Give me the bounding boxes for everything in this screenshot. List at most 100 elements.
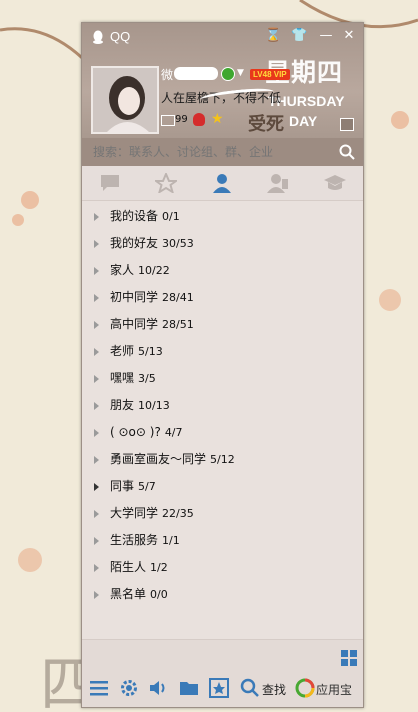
group-row[interactable]: 我的设备 0/1 <box>82 203 363 230</box>
title-bar[interactable]: QQ ⌛ 👕 — ✕ <box>82 23 363 51</box>
chat-bubble-icon <box>101 175 119 191</box>
group-label: 生活服务 <box>110 533 159 547</box>
group-count: 1/1 <box>162 534 180 547</box>
expand-arrow-icon <box>94 456 99 464</box>
nickname-redaction <box>174 67 218 80</box>
favorites-box-icon[interactable] <box>209 678 229 698</box>
group-label: 勇画室画友～同学 <box>110 452 207 466</box>
group-label: 陌生人 <box>110 560 147 574</box>
app-center-icon[interactable] <box>295 678 315 698</box>
group-row[interactable]: 大学同学 22/35 <box>82 500 363 527</box>
expand-arrow-icon <box>94 483 99 491</box>
group-label: 同事 <box>110 479 135 493</box>
nickname[interactable]: 微 <box>161 66 173 83</box>
message-box-icon[interactable] <box>340 118 354 131</box>
group-row[interactable]: 嘿嘿 3/5 <box>82 365 363 392</box>
folder-icon[interactable] <box>179 678 199 698</box>
group-label: 我的设备 <box>110 209 159 223</box>
group-label: 朋友 <box>110 398 135 412</box>
hourglass-icon[interactable]: ⌛ <box>265 28 281 44</box>
group-row[interactable]: 初中同学 28/41 <box>82 284 363 311</box>
expand-arrow-icon <box>94 564 99 572</box>
graduation-cap-icon <box>324 175 346 190</box>
group-label: 大学同学 <box>110 506 159 520</box>
group-label: 黑名单 <box>110 587 147 601</box>
avatar[interactable] <box>91 66 159 134</box>
group-count: 5/13 <box>138 345 163 358</box>
group-label: 家人 <box>110 263 135 277</box>
group-row[interactable]: 勇画室画友～同学 5/12 <box>82 446 363 473</box>
group-count: 0/1 <box>162 210 180 223</box>
group-row[interactable]: 黑名单 0/0 <box>82 581 363 608</box>
search-icon[interactable] <box>339 144 355 160</box>
expand-arrow-icon <box>94 591 99 599</box>
group-label: 高中同学 <box>110 317 159 331</box>
search-bar <box>82 138 363 166</box>
find-button[interactable]: 查找 <box>262 681 286 698</box>
skin-day-cn2: 受死 <box>248 114 284 135</box>
find-icon[interactable] <box>240 678 260 698</box>
group-count: 5/12 <box>210 453 235 466</box>
settings-gear-icon[interactable] <box>119 678 139 698</box>
tab-school[interactable] <box>306 166 362 200</box>
tab-favorites[interactable] <box>138 166 194 200</box>
group-count: 0/0 <box>150 588 168 601</box>
tab-groups[interactable] <box>250 166 306 200</box>
group-count: 3/5 <box>138 372 156 385</box>
group-row[interactable]: 老师 5/13 <box>82 338 363 365</box>
group-row[interactable]: 高中同学 28/51 <box>82 311 363 338</box>
expand-arrow-icon <box>94 510 99 518</box>
mail-icon[interactable] <box>161 115 175 126</box>
vip-badge[interactable]: LV48 VIP <box>250 69 290 80</box>
expand-arrow-icon <box>94 375 99 383</box>
tab-conversations[interactable] <box>82 166 138 200</box>
group-row[interactable]: 家人 10/22 <box>82 257 363 284</box>
group-count: 10/13 <box>138 399 170 412</box>
group-label: 老师 <box>110 344 135 358</box>
expand-arrow-icon <box>94 294 99 302</box>
group-count: 1/2 <box>150 561 168 574</box>
person-icon <box>213 174 231 193</box>
group-row[interactable]: ( ⊙o⊙ )? 4/7 <box>82 419 363 446</box>
expand-arrow-icon <box>94 537 99 545</box>
expand-arrow-icon <box>94 240 99 248</box>
skin-day-en2: DAY <box>289 113 318 129</box>
main-menu-icon[interactable] <box>89 678 109 698</box>
shirt-skin-icon[interactable]: 👕 <box>291 28 307 44</box>
qq-main-window: QQ ⌛ 👕 — ✕ 星期四 THURSDAY 受死 DAY 微 ▼ LV48 … <box>81 22 364 708</box>
group-row[interactable]: 陌生人 1/2 <box>82 554 363 581</box>
expand-arrow-icon <box>94 213 99 221</box>
speaker-icon[interactable] <box>148 678 168 698</box>
expand-arrow-icon <box>94 402 99 410</box>
contact-group-list: 我的设备 0/1 我的好友 30/53 家人 10/22 初中同学 28/41 高中同学… <box>82 203 363 608</box>
expand-arrow-icon <box>94 267 99 275</box>
group-label: 我的好友 <box>110 236 159 250</box>
group-row[interactable]: 我的好友 30/53 <box>82 230 363 257</box>
window-title: QQ <box>110 29 131 44</box>
chevron-down-icon[interactable]: ▼ <box>237 68 244 78</box>
group-row[interactable]: 同事 5/7 <box>82 473 363 500</box>
qzone-icon[interactable] <box>193 113 205 126</box>
close-icon[interactable]: ✕ <box>341 28 357 44</box>
group-count: 10/22 <box>138 264 170 277</box>
group-count: 4/7 <box>164 426 183 439</box>
group-count: 30/53 <box>162 237 194 250</box>
star-icon[interactable]: ★ <box>211 111 224 127</box>
expand-arrow-icon <box>94 348 99 356</box>
app-center-button[interactable]: 应用宝 <box>316 681 352 698</box>
group-label: 嘿嘿 <box>110 371 135 385</box>
expand-arrow-icon <box>94 429 99 437</box>
group-label: ( ⊙o⊙ )? <box>110 425 161 439</box>
group-row[interactable]: 朋友 10/13 <box>82 392 363 419</box>
online-status-icon[interactable] <box>221 67 235 81</box>
group-count: 5/7 <box>138 480 156 493</box>
group-row[interactable]: 生活服务 1/1 <box>82 527 363 554</box>
bottom-toolbar: 查找 应用宝 <box>82 639 363 707</box>
group-count: 28/51 <box>162 318 194 331</box>
search-input[interactable] <box>91 144 335 160</box>
expand-arrow-icon <box>94 321 99 329</box>
group-count: 22/35 <box>162 507 194 520</box>
app-grid-icon[interactable] <box>341 650 357 666</box>
minimize-icon[interactable]: — <box>318 28 334 44</box>
tab-contacts[interactable] <box>194 166 250 200</box>
